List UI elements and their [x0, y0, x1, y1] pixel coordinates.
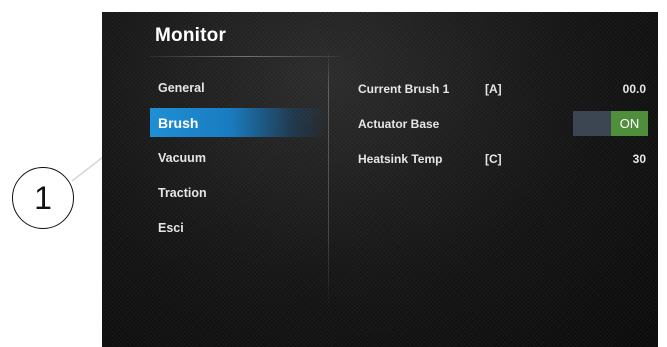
toggle-off-segment [573, 111, 611, 136]
menu-item-general[interactable]: General [150, 70, 328, 105]
reading-label: Actuator Base [358, 117, 440, 131]
monitor-screen: Monitor General Brush Vacuum Traction Es… [102, 12, 658, 347]
reading-unit: [A] [485, 82, 502, 96]
menu-item-label: Traction [158, 185, 207, 200]
menu-item-esci[interactable]: Esci [150, 210, 328, 245]
reading-value: 30 [632, 152, 646, 166]
menu-item-label: General [158, 80, 205, 95]
reading-label: Heatsink Temp [358, 152, 443, 166]
reading-unit: [C] [485, 152, 502, 166]
menu-item-vacuum[interactable]: Vacuum [150, 140, 328, 175]
menu-item-brush[interactable]: Brush [150, 108, 328, 137]
sidebar-menu: General Brush Vacuum Traction Esci [150, 70, 328, 245]
reading-row-current-brush: Current Brush 1 [A] 00.0 [358, 72, 650, 107]
reading-label: Current Brush 1 [358, 82, 450, 96]
menu-item-label: Vacuum [158, 150, 206, 165]
menu-item-traction[interactable]: Traction [150, 175, 328, 210]
menu-item-label: Brush [158, 114, 199, 131]
page-title: Monitor [155, 25, 227, 46]
actuator-base-toggle[interactable]: ON [573, 111, 648, 136]
toggle-on-segment: ON [611, 111, 648, 136]
reading-value: 00.0 [622, 82, 646, 96]
reading-row-actuator-base: Actuator Base ON [358, 107, 650, 142]
panel-divider [328, 50, 329, 310]
brush-readings: Current Brush 1 [A] 00.0 Actuator Base O… [358, 72, 650, 177]
callout-number: 1 [34, 179, 52, 216]
menu-item-label: Esci [158, 220, 184, 235]
reading-row-heatsink-temp: Heatsink Temp [C] 30 [358, 142, 650, 177]
title-underline [150, 56, 340, 57]
callout-marker: 1 [12, 167, 74, 229]
